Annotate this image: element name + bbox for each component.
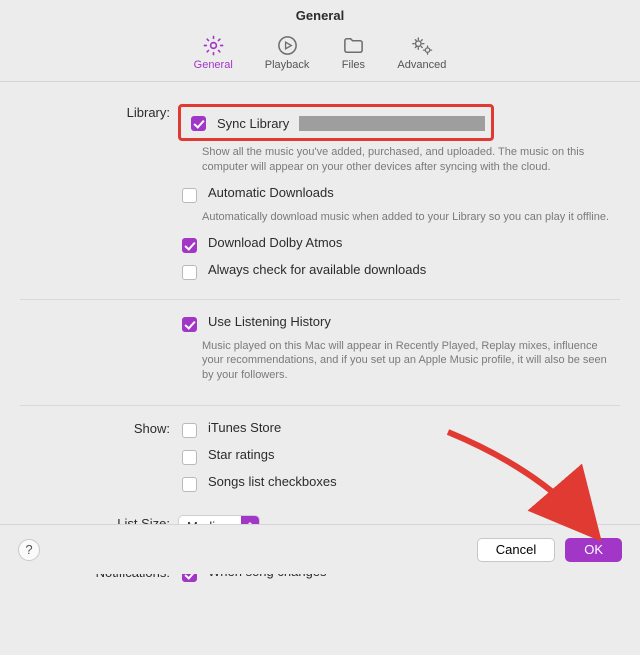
tab-advanced[interactable]: Advanced [393, 31, 450, 75]
checkbox-label: iTunes Store [208, 420, 281, 435]
checkbox-itunes-store[interactable] [182, 423, 197, 438]
checkbox-label: Automatic Downloads [208, 185, 334, 200]
folder-icon [341, 33, 365, 57]
desc-sync-library: Show all the music you've added, purchas… [202, 145, 620, 175]
checkbox-label: Download Dolby Atmos [208, 235, 342, 250]
section-listening: Use Listening History Music played on th… [20, 299, 620, 400]
checkbox-always-check-downloads[interactable] [182, 265, 197, 280]
desc-listening-history: Music played on this Mac will appear in … [202, 339, 620, 384]
help-button[interactable]: ? [18, 539, 40, 561]
checkbox-sync-library[interactable] [191, 116, 206, 131]
tab-label: Advanced [397, 59, 446, 71]
tab-label: Files [342, 59, 365, 71]
preferences-toolbar: General Playback Files Advanced [0, 29, 640, 82]
gear-icon [201, 33, 225, 57]
checkbox-dolby-atmos[interactable] [182, 238, 197, 253]
checkbox-label: Star ratings [208, 447, 274, 462]
checkbox-label: Sync Library [217, 116, 289, 131]
section-library: Library: Sync Library Show all the music… [20, 98, 620, 293]
checkbox-label: Songs list checkboxes [208, 474, 337, 489]
tab-files[interactable]: Files [337, 31, 369, 75]
play-circle-icon [275, 33, 299, 57]
desc-automatic-downloads: Automatically download music when added … [202, 210, 620, 225]
window-title: General [0, 0, 640, 29]
checkbox-label: Always check for available downloads [208, 262, 426, 277]
tab-playback[interactable]: Playback [261, 31, 314, 75]
checkbox-star-ratings[interactable] [182, 450, 197, 465]
checkbox-automatic-downloads[interactable] [182, 188, 197, 203]
checkbox-songs-list-checkboxes[interactable] [182, 477, 197, 492]
redacted-text [299, 116, 485, 131]
checkbox-label: Use Listening History [208, 314, 331, 329]
cancel-button[interactable]: Cancel [477, 538, 555, 562]
section-show: Show: iTunes Store Star ratings Songs li… [20, 405, 620, 505]
section-label-show: Show: [20, 420, 178, 499]
tab-label: General [194, 59, 233, 71]
gears-icon [410, 33, 434, 57]
tab-general[interactable]: General [190, 31, 237, 75]
tab-label: Playback [265, 59, 310, 71]
section-label-library: Library: [20, 104, 178, 287]
footer-bar: ? Cancel OK [0, 524, 640, 574]
checkbox-use-listening-history[interactable] [182, 317, 197, 332]
highlight-sync-library: Sync Library [178, 104, 494, 141]
ok-button[interactable]: OK [565, 538, 622, 562]
